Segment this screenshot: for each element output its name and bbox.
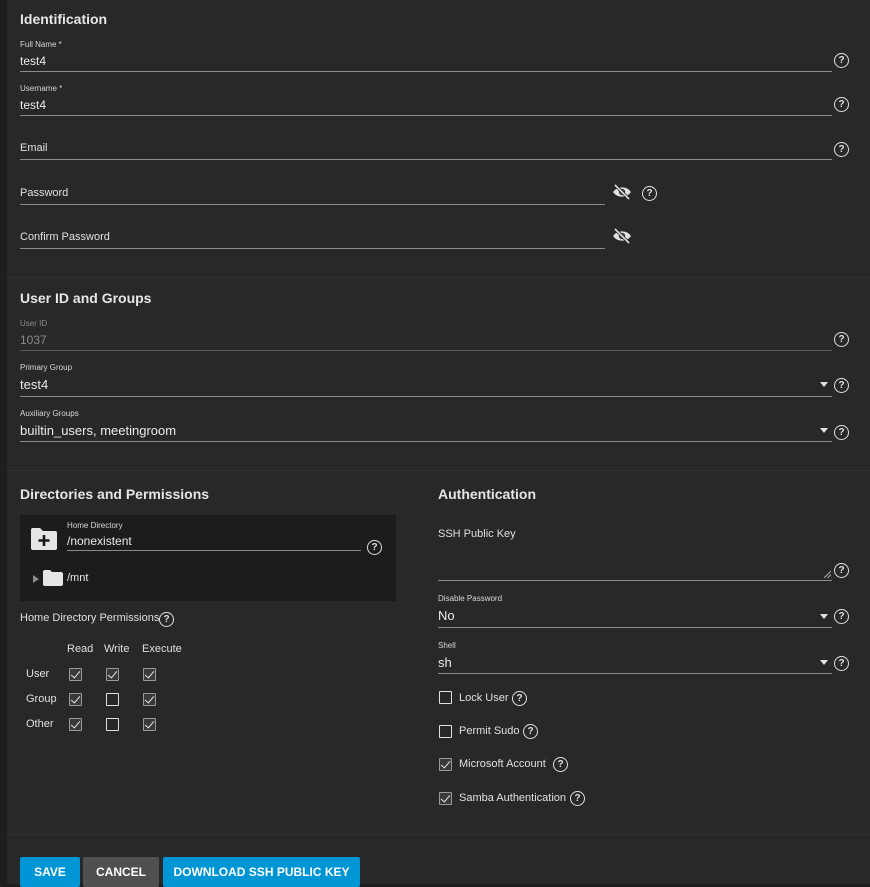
shell-label: Shell [438, 641, 456, 650]
microsoft-account-checkbox[interactable] [439, 758, 452, 771]
disable-password-dropdown-icon[interactable] [820, 614, 828, 619]
primary-group-help-icon[interactable]: ? [834, 378, 849, 393]
primary-group-dropdown-icon[interactable] [820, 382, 828, 387]
home-directory-underline [67, 550, 361, 551]
tree-expand-icon[interactable] [33, 575, 39, 583]
user-read-checkbox[interactable] [69, 668, 82, 681]
download-ssh-key-button[interactable]: DOWNLOAD SSH PUBLIC KEY [163, 857, 360, 887]
folder-icon [43, 570, 63, 586]
column-write: Write [104, 643, 130, 655]
other-read-checkbox[interactable] [69, 718, 82, 731]
auxiliary-groups-dropdown-icon[interactable] [820, 428, 828, 433]
row-user-label: User [26, 668, 50, 680]
email-underline [20, 159, 832, 160]
samba-authentication-label: Samba Authentication [459, 792, 567, 804]
user-write-checkbox[interactable] [106, 668, 119, 681]
username-label: Username * [20, 84, 63, 93]
tree-item-mnt[interactable]: /mnt [67, 572, 88, 584]
lock-user-checkbox[interactable] [439, 691, 452, 704]
row-group-label: Group [26, 693, 57, 705]
username-underline [20, 115, 832, 116]
home-directory-input[interactable]: /nonexistent [67, 534, 132, 548]
lock-user-label: Lock User [459, 692, 509, 704]
password-underline [20, 204, 605, 205]
user-id-underline [20, 350, 832, 351]
password-help-icon[interactable]: ? [642, 186, 657, 201]
shell-select[interactable]: sh [438, 655, 452, 670]
home-directory-label: Home Directory [67, 521, 123, 530]
user-id-label: User ID [20, 319, 48, 328]
section-divider [7, 470, 870, 471]
disable-password-select[interactable]: No [438, 608, 455, 623]
confirm-password-underline [20, 248, 605, 249]
ssh-public-key-underline [438, 580, 832, 581]
column-execute: Execute [142, 643, 182, 655]
user-id-help-icon[interactable]: ? [834, 332, 849, 347]
full-name-underline [20, 71, 832, 72]
group-read-checkbox[interactable] [69, 693, 82, 706]
section-divider [7, 277, 870, 278]
directories-title: Directories and Permissions [20, 486, 210, 502]
column-read: Read [67, 643, 94, 655]
password-input[interactable]: Password [20, 187, 68, 199]
home-permissions-title: Home Directory Permissions [20, 612, 160, 624]
samba-authentication-help-icon[interactable]: ? [570, 791, 585, 806]
full-name-input[interactable]: test4 [20, 54, 46, 68]
username-input[interactable]: test4 [20, 98, 46, 112]
other-execute-checkbox[interactable] [143, 718, 156, 731]
email-input[interactable]: Email [20, 142, 48, 154]
section-divider [7, 834, 870, 835]
full-name-help-icon[interactable]: ? [834, 53, 849, 68]
ssh-public-key-input[interactable]: SSH Public Key [438, 528, 516, 540]
samba-authentication-checkbox[interactable] [439, 792, 452, 805]
other-write-checkbox[interactable] [106, 718, 119, 731]
row-other-label: Other [26, 718, 54, 730]
auxiliary-groups-help-icon[interactable]: ? [834, 425, 849, 440]
home-directory-help-icon[interactable]: ? [367, 540, 382, 555]
permit-sudo-help-icon[interactable]: ? [523, 724, 538, 739]
folder-add-icon[interactable] [30, 527, 58, 551]
primary-group-label: Primary Group [20, 363, 73, 372]
auxiliary-groups-select[interactable]: builtin_users, meetingroom [20, 423, 176, 438]
microsoft-account-help-icon[interactable]: ? [553, 757, 568, 772]
shell-dropdown-icon[interactable] [820, 660, 828, 665]
primary-group-select[interactable]: test4 [20, 377, 48, 392]
user-form-page: Identification Full Name * test4 ? Usern… [7, 0, 870, 887]
disable-password-help-icon[interactable]: ? [834, 609, 849, 624]
username-help-icon[interactable]: ? [834, 97, 849, 112]
home-permissions-help-icon[interactable]: ? [159, 612, 174, 627]
cancel-button[interactable]: CANCEL [83, 857, 159, 887]
confirm-password-input[interactable]: Confirm Password [20, 231, 110, 243]
user-execute-checkbox[interactable] [143, 668, 156, 681]
home-directory-explorer: Home Directory /nonexistent ? /mnt [20, 515, 396, 601]
eye-off-icon[interactable] [611, 184, 633, 200]
ssh-public-key-help-icon[interactable]: ? [834, 563, 849, 578]
eye-off-icon[interactable] [611, 228, 633, 244]
permit-sudo-label: Permit Sudo [459, 725, 520, 737]
identification-title: Identification [20, 11, 108, 27]
permit-sudo-checkbox[interactable] [439, 725, 452, 738]
disable-password-underline [438, 627, 832, 628]
email-help-icon[interactable]: ? [834, 142, 849, 157]
auxiliary-groups-label: Auxiliary Groups [20, 409, 79, 418]
authentication-title: Authentication [438, 486, 536, 502]
shell-help-icon[interactable]: ? [834, 656, 849, 671]
group-execute-checkbox[interactable] [143, 693, 156, 706]
lock-user-help-icon[interactable]: ? [512, 691, 527, 706]
resize-handle-icon[interactable] [824, 571, 831, 578]
save-button[interactable]: SAVE [20, 857, 80, 887]
full-name-label: Full Name * [20, 40, 62, 49]
user-id-input: 1037 [20, 333, 47, 347]
group-write-checkbox[interactable] [106, 693, 119, 706]
user-id-groups-title: User ID and Groups [20, 290, 152, 306]
primary-group-underline [20, 396, 832, 397]
auxiliary-groups-underline [20, 441, 832, 442]
shell-underline [438, 673, 832, 674]
microsoft-account-label: Microsoft Account [459, 758, 546, 770]
disable-password-label: Disable Password [438, 594, 503, 603]
